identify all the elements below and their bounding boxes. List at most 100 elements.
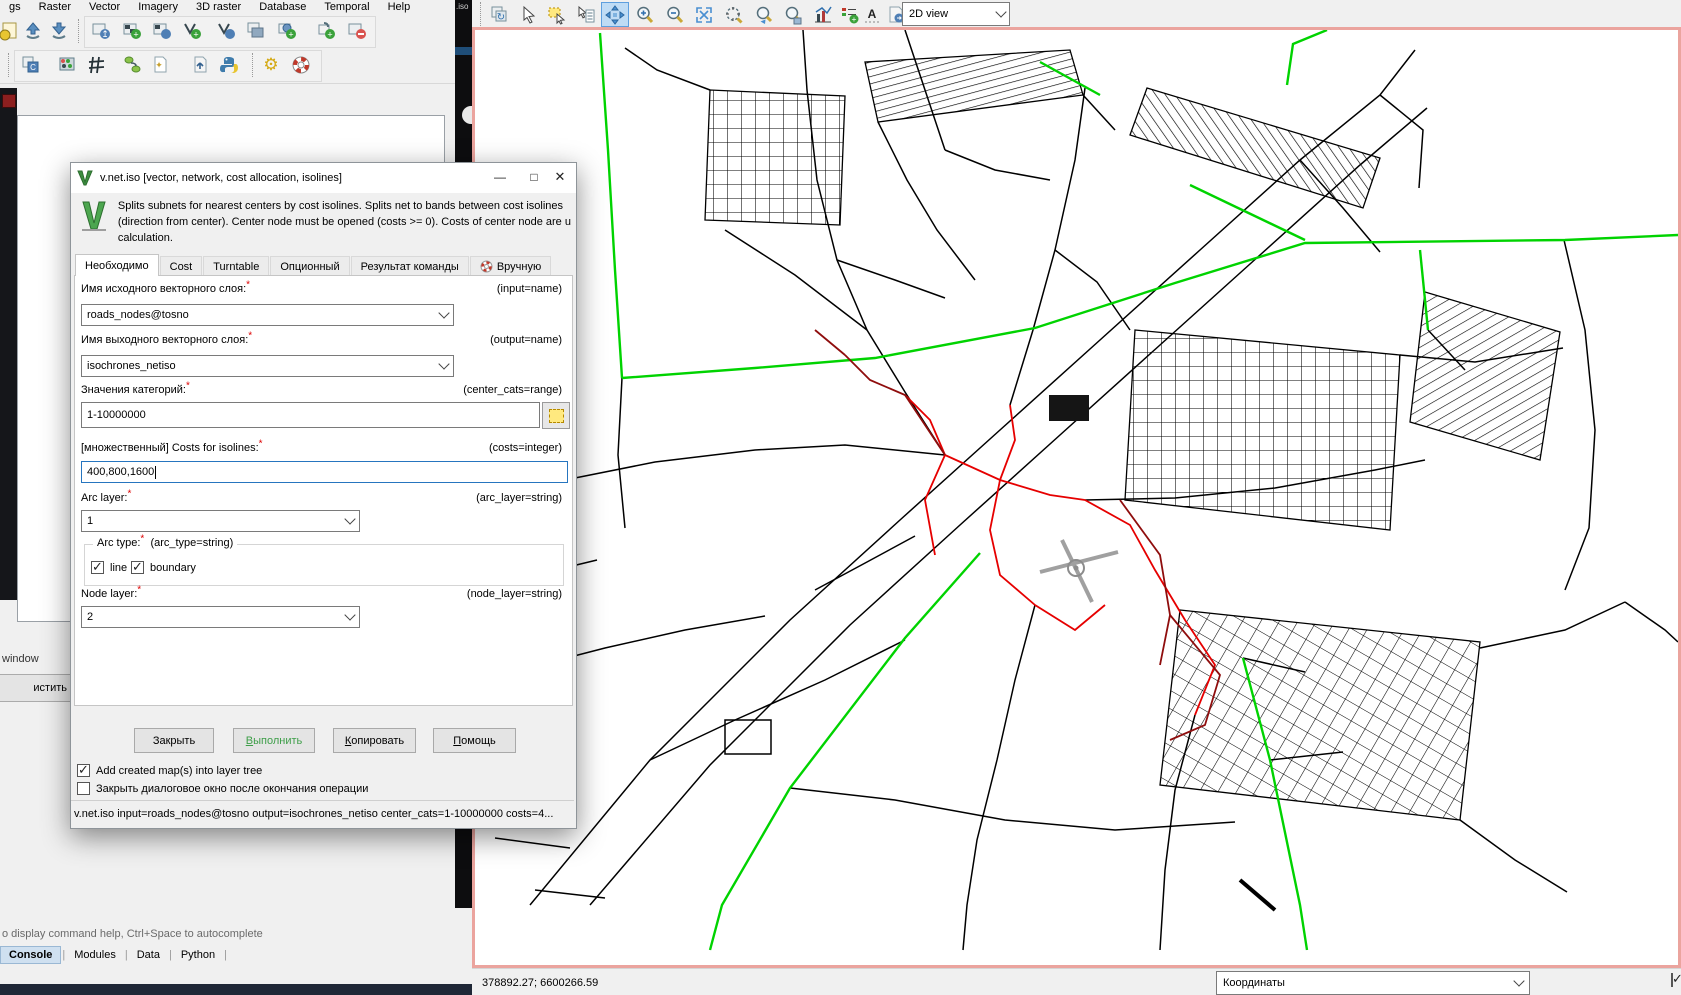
tab-required[interactable]: Необходимо — [75, 254, 159, 276]
center-cats-browse-button[interactable] — [542, 402, 570, 429]
close-dialog-button[interactable]: Закрыть — [134, 728, 214, 753]
lm-side-strip-icon — [2, 94, 16, 108]
node-layer-combo[interactable]: 2 — [81, 606, 360, 628]
modules-icon[interactable] — [55, 52, 81, 78]
svg-text:+: + — [193, 30, 198, 40]
data-flow-icon[interactable] — [120, 52, 146, 78]
zoom-to-map-icon[interactable] — [779, 2, 807, 27]
add-vector-layer-icon[interactable]: + — [179, 18, 205, 44]
new-file-icon[interactable]: ✦ — [148, 52, 174, 78]
map-canvas[interactable] — [472, 27, 1681, 968]
tab-python[interactable]: Python — [173, 947, 223, 963]
arc-layer-label: Arc layer:* — [81, 492, 131, 504]
tab-cost[interactable]: Cost — [160, 256, 203, 276]
maximize-button[interactable]: □ — [523, 167, 545, 187]
menu-temporal[interactable]: Temporal — [315, 1, 378, 13]
statusbar-mode-select[interactable]: Координаты — [1216, 971, 1530, 995]
map-statusbar: 378892.27; 6600266.59 Координаты — [472, 968, 1681, 995]
node-layer-hint: (node_layer=string) — [467, 588, 562, 600]
pointer-icon[interactable] — [515, 2, 543, 27]
center-cats-input[interactable]: 1-10000000 — [81, 402, 540, 428]
dialog-titlebar[interactable]: v.net.iso [vector, network, cost allocat… — [71, 163, 576, 193]
lm-bottom-tabs: Console | Modules | Data | Python | — [0, 946, 228, 964]
tab-manual[interactable]: Вручную — [470, 256, 551, 276]
workspace-partial-icon[interactable] — [0, 18, 20, 44]
svg-text:C: C — [30, 63, 36, 72]
arc-type-boundary-checkbox[interactable]: boundary — [131, 561, 196, 574]
output-vector-combo[interactable]: isochrones_netiso — [81, 355, 454, 377]
tab-modules[interactable]: Modules — [66, 947, 124, 963]
menu-database[interactable]: Database — [250, 1, 315, 13]
help-button[interactable]: Помощь — [433, 728, 516, 753]
import-up-icon[interactable] — [20, 18, 46, 44]
help-lifebuoy-icon[interactable] — [288, 52, 314, 78]
input-field-hint: (input=name) — [497, 283, 562, 295]
tab-command-output[interactable]: Результат команды — [351, 256, 469, 276]
svg-text:↻: ↻ — [497, 12, 505, 23]
tab-data[interactable]: Data — [129, 947, 168, 963]
graphical-modeler-icon[interactable] — [84, 52, 110, 78]
chevron-down-icon — [1513, 975, 1524, 986]
checkbox-icon — [131, 561, 144, 574]
menu-raster[interactable]: Raster — [30, 1, 80, 13]
arc-layer-combo[interactable]: 1 — [81, 510, 360, 532]
view-mode-select[interactable]: 2D view — [902, 2, 1010, 26]
building-block — [1049, 395, 1089, 421]
console-hint-text: o display command help, Ctrl+Space to au… — [2, 928, 442, 940]
menu-imagery[interactable]: Imagery — [129, 1, 187, 13]
select-features-icon[interactable] — [543, 2, 571, 27]
render-map-icon[interactable]: ↻ — [486, 2, 514, 27]
zoom-back-icon[interactable] — [750, 2, 778, 27]
tab-console[interactable]: Console — [0, 946, 61, 964]
arc-type-line-checkbox[interactable]: line — [91, 561, 127, 574]
menu-3d-raster[interactable]: 3D raster — [187, 1, 250, 13]
close-button[interactable]: ✕ — [549, 167, 571, 187]
minimize-button[interactable]: — — [489, 167, 511, 187]
node-layer-value: 2 — [87, 611, 93, 623]
add-to-layertree-checkbox[interactable]: Add created map(s) into layer tree — [77, 764, 262, 777]
clear-button-partial[interactable]: истить — [0, 674, 78, 702]
add-raster-layer-icon[interactable]: + — [119, 18, 145, 44]
command-preview-bar: v.net.iso input=roads_nodes@tosno output… — [71, 800, 574, 827]
run-button[interactable]: Выполнить — [233, 728, 315, 753]
python-icon[interactable] — [216, 52, 242, 78]
add-web-service-icon[interactable]: + — [274, 18, 300, 44]
settings-gear-icon[interactable]: ⚙ — [258, 52, 284, 78]
costs-value: 400,800,1600 — [87, 466, 154, 478]
copy-command-button[interactable]: Копировать — [333, 728, 416, 753]
menu-bar: gs Raster Vector Imagery 3D raster Datab… — [0, 0, 455, 14]
script-icon[interactable] — [188, 52, 214, 78]
add-raster-misc-icon[interactable] — [149, 18, 175, 44]
add-map-layer-icon[interactable]: ↥ — [88, 18, 114, 44]
copy-icon[interactable]: C — [18, 52, 44, 78]
chevron-down-icon — [344, 513, 355, 524]
zoom-extent-icon[interactable] — [690, 2, 718, 27]
query-icon[interactable] — [572, 2, 600, 27]
pan-icon[interactable] — [601, 2, 629, 27]
remove-layer-icon[interactable] — [344, 18, 370, 44]
arc-type-groupbox: Arc type:* (arc_type=string) line bounda… — [84, 544, 564, 586]
tab-turntable[interactable]: Turntable — [203, 256, 269, 276]
input-vector-value: roads_nodes@tosno — [87, 309, 189, 321]
zoom-out-icon[interactable] — [661, 2, 689, 27]
costs-input[interactable]: 400,800,1600 — [81, 461, 568, 483]
menu-help[interactable]: Help — [379, 1, 420, 13]
add-vector-misc-icon[interactable] — [213, 18, 239, 44]
menu-settings-partial[interactable]: gs — [0, 1, 30, 13]
menu-vector[interactable]: Vector — [80, 1, 129, 13]
svg-text:+: + — [288, 30, 293, 40]
output-field-hint: (output=name) — [490, 334, 562, 346]
export-down-icon[interactable] — [46, 18, 72, 44]
zoom-in-icon[interactable] — [631, 2, 659, 27]
close-after-run-checkbox[interactable]: Закрыть диалоговое окно после окончания … — [77, 782, 368, 795]
statusbar-checkbox[interactable] — [1671, 974, 1673, 986]
command-preview-text: v.net.iso input=roads_nodes@tosno output… — [74, 808, 553, 820]
add-overlay-icon[interactable]: + — [313, 18, 339, 44]
input-vector-combo[interactable]: roads_nodes@tosno — [81, 304, 454, 326]
checkbox-icon — [91, 561, 104, 574]
tab-optional[interactable]: Опционный — [270, 256, 349, 276]
zoom-region-icon[interactable] — [720, 2, 748, 27]
add-layer-group-icon[interactable] — [243, 18, 269, 44]
svg-text:↥: ↥ — [101, 29, 109, 39]
analyze-icon[interactable] — [809, 2, 837, 27]
